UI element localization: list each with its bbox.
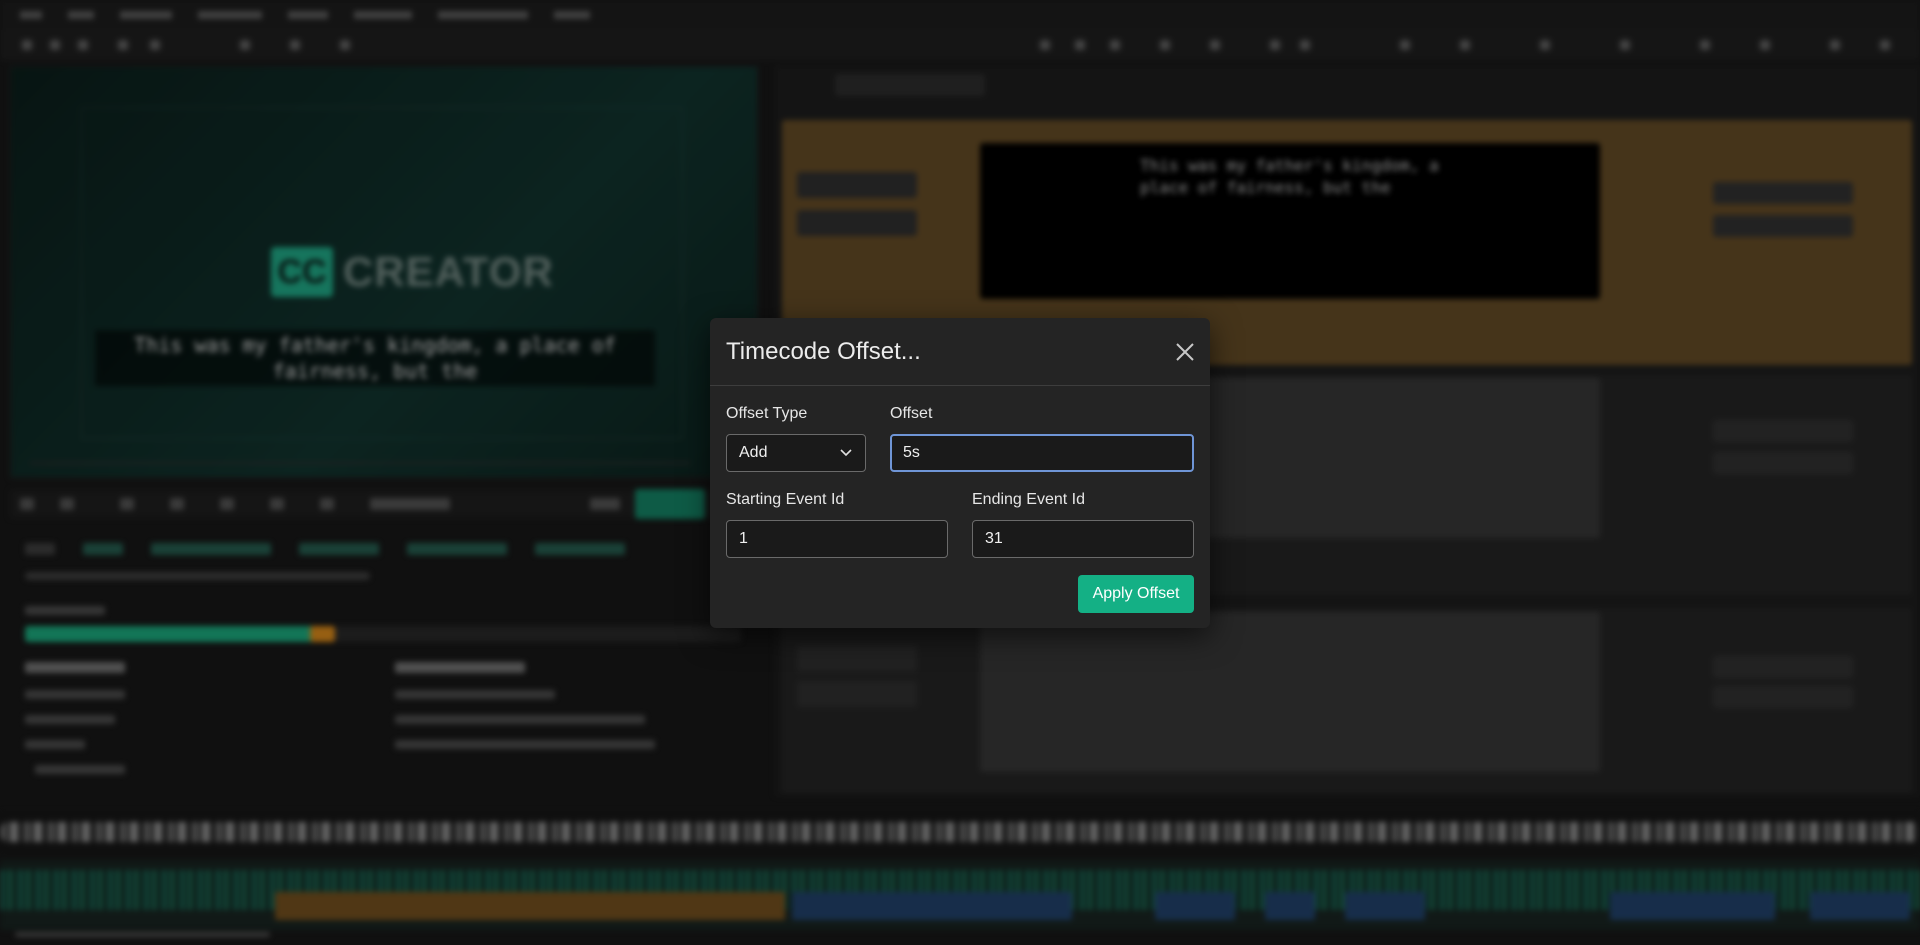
- offset-type-value: Add: [739, 444, 768, 461]
- starting-event-id-input[interactable]: 1: [726, 520, 948, 558]
- offset-input-value: 5s: [903, 444, 920, 461]
- ending-event-id-value: 31: [985, 530, 1003, 547]
- offset-type-label: Offset Type: [726, 405, 808, 422]
- offset-input[interactable]: 5s: [890, 434, 1194, 472]
- offset-type-select[interactable]: Add: [726, 434, 866, 472]
- chevron-down-icon: [840, 449, 852, 457]
- ending-event-id-label: Ending Event Id: [972, 491, 1085, 508]
- timecode-offset-dialog: Timecode Offset... Offset Type Offset Ad…: [710, 318, 1210, 628]
- dialog-divider: [710, 385, 1210, 386]
- apply-offset-button[interactable]: Apply Offset: [1078, 575, 1194, 613]
- ending-event-id-input[interactable]: 31: [972, 520, 1194, 558]
- close-icon: [1176, 343, 1194, 361]
- close-button[interactable]: [1173, 340, 1197, 364]
- dialog-title: Timecode Offset...: [726, 338, 921, 365]
- starting-event-id-value: 1: [739, 530, 748, 547]
- starting-event-id-label: Starting Event Id: [726, 491, 845, 508]
- offset-label: Offset: [890, 405, 933, 422]
